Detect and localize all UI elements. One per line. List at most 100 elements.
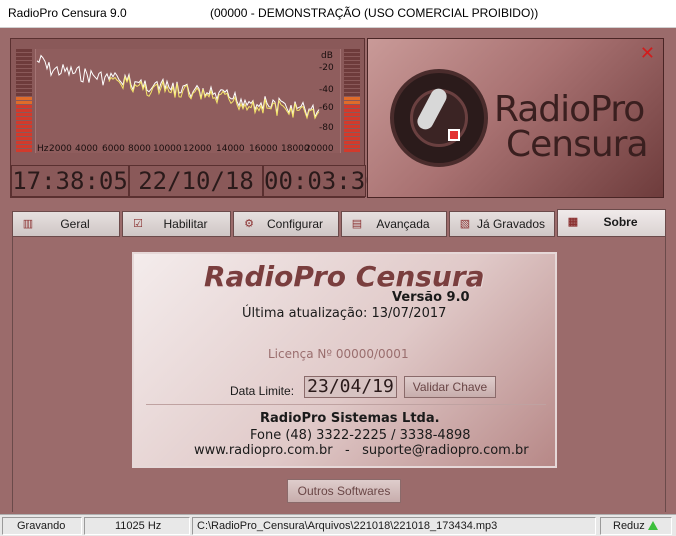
date-display: 22/10/18: [129, 165, 263, 197]
meter-panel: dB -20 -40 -60 -80 Hz 2000 4000 6000 800…: [10, 38, 380, 198]
vu-meter-left: [16, 49, 32, 153]
db-label: -60: [319, 103, 334, 113]
vu-segment: [344, 121, 360, 124]
freq-label: Hz: [37, 144, 49, 154]
vu-segment: [344, 89, 360, 92]
reduce-label: Reduz: [613, 520, 645, 532]
vu-segment: [16, 53, 32, 56]
vu-segment: [344, 81, 360, 84]
vu-segment: [344, 61, 360, 64]
vu-segment: [16, 101, 32, 104]
vu-segment: [16, 121, 32, 124]
freq-label: 6000: [102, 144, 125, 154]
tab-avancada[interactable]: ▤ Avançada: [341, 211, 447, 237]
logo-text-censura: Censura: [506, 124, 649, 165]
freq-label: 16000: [249, 144, 278, 154]
vu-segment: [16, 61, 32, 64]
spectrum-graph: [35, 49, 341, 153]
tab-label: Geral: [60, 217, 90, 231]
vu-segment: [16, 65, 32, 68]
vu-segment: [344, 145, 360, 148]
vu-segment: [16, 105, 32, 108]
vu-segment: [344, 73, 360, 76]
vu-segment: [344, 93, 360, 96]
vu-segment: [16, 109, 32, 112]
vu-segment: [344, 125, 360, 128]
license-number: Licença Nº 00000/0001: [268, 347, 409, 361]
db-label: -40: [319, 85, 334, 95]
vu-segment: [16, 149, 32, 152]
vu-segment: [16, 129, 32, 132]
freq-label: 8000: [128, 144, 151, 154]
clock-display: 17:38:05: [11, 165, 129, 197]
reduce-button[interactable]: Reduz: [600, 517, 672, 535]
vu-segment: [16, 73, 32, 76]
validate-key-button[interactable]: Validar Chave: [404, 376, 496, 398]
tab-habilitar[interactable]: ☑ Habilitar: [122, 211, 231, 237]
about-version: Versão 9.0: [392, 290, 470, 305]
vu-segment: [344, 133, 360, 136]
vu-segment: [344, 65, 360, 68]
company-name: RadioPro Sistemas Ltda.: [260, 411, 440, 426]
vu-segment: [16, 57, 32, 60]
vu-segment: [16, 97, 32, 100]
vu-segment: [344, 141, 360, 144]
tab-bar: ▥ Geral ☑ Habilitar ⚙ Configurar ▤ Avanç…: [12, 209, 666, 237]
freq-label: 10000: [153, 144, 182, 154]
company-phone: Fone (48) 3322-2225 / 3338-4898: [250, 428, 471, 443]
about-box: RadioPro Censura Versão 9.0 Última atual…: [132, 252, 557, 468]
vu-segment: [344, 101, 360, 104]
vu-segment: [344, 129, 360, 132]
vu-segment: [16, 85, 32, 88]
tab-label: Configurar: [266, 217, 324, 231]
triangle-up-icon: [647, 521, 658, 530]
tab-geral[interactable]: ▥ Geral: [12, 211, 120, 237]
db-label: dB: [321, 51, 333, 61]
vu-segment: [16, 49, 32, 52]
vu-segment: [344, 57, 360, 60]
demo-notice: (00000 - DEMONSTRAÇÃO (USO COMERCIAL PRO…: [210, 6, 539, 20]
tab-ja-gravados[interactable]: ▧ Já Gravados: [449, 211, 555, 237]
db-label: -80: [319, 123, 334, 133]
microphone-logo-icon: [390, 69, 488, 167]
status-state: Gravando: [2, 517, 82, 535]
vu-segment: [344, 49, 360, 52]
tab-sobre[interactable]: ▦ Sobre: [557, 209, 666, 237]
vu-segment: [16, 113, 32, 116]
elapsed-display: 00:03:30: [263, 165, 380, 197]
close-icon[interactable]: ✕: [640, 43, 655, 64]
app-title: RadioPro Censura 9.0: [8, 6, 127, 20]
vu-segment: [344, 97, 360, 100]
vu-segment: [16, 125, 32, 128]
tab-label: Sobre: [603, 215, 638, 229]
other-software-button[interactable]: Outros Softwares: [287, 479, 401, 503]
status-sample-rate: 11025 Hz: [84, 517, 190, 535]
vu-segment: [16, 69, 32, 72]
date-limit-label: Data Limite:: [230, 384, 295, 398]
freq-label: 14000: [216, 144, 245, 154]
frequency-scale: Hz 2000 4000 6000 8000 10000 12000 14000…: [35, 144, 341, 156]
company-web: www.radiopro.com.br - suporte@radiopro.c…: [194, 443, 529, 458]
status-file-path: C:\RadioPro_Censura\Arquivos\221018\2210…: [192, 517, 596, 535]
tab-label: Habilitar: [163, 217, 208, 231]
vu-segment: [344, 149, 360, 152]
vu-segment: [16, 133, 32, 136]
tab-configurar[interactable]: ⚙ Configurar: [233, 211, 339, 237]
divider: [146, 404, 546, 405]
vu-segment: [344, 137, 360, 140]
vu-segment: [344, 53, 360, 56]
last-update: Última atualização: 13/07/2017: [242, 306, 447, 321]
vu-segment: [16, 137, 32, 140]
lcd-row: 17:38:05 22/10/18 00:03:30: [11, 165, 380, 197]
vu-segment: [16, 89, 32, 92]
vu-segment: [344, 85, 360, 88]
title-bar: RadioPro Censura 9.0 (00000 - DEMONSTRAÇ…: [0, 0, 676, 28]
freq-label: 20000: [305, 144, 334, 154]
spectrum-display: [35, 49, 341, 153]
freq-label: 12000: [183, 144, 212, 154]
vu-segment: [344, 109, 360, 112]
status-bar: Gravando 11025 Hz C:\RadioPro_Censura\Ar…: [0, 514, 676, 536]
vu-segment: [16, 145, 32, 148]
vu-segment: [344, 69, 360, 72]
freq-label: 2000: [49, 144, 72, 154]
